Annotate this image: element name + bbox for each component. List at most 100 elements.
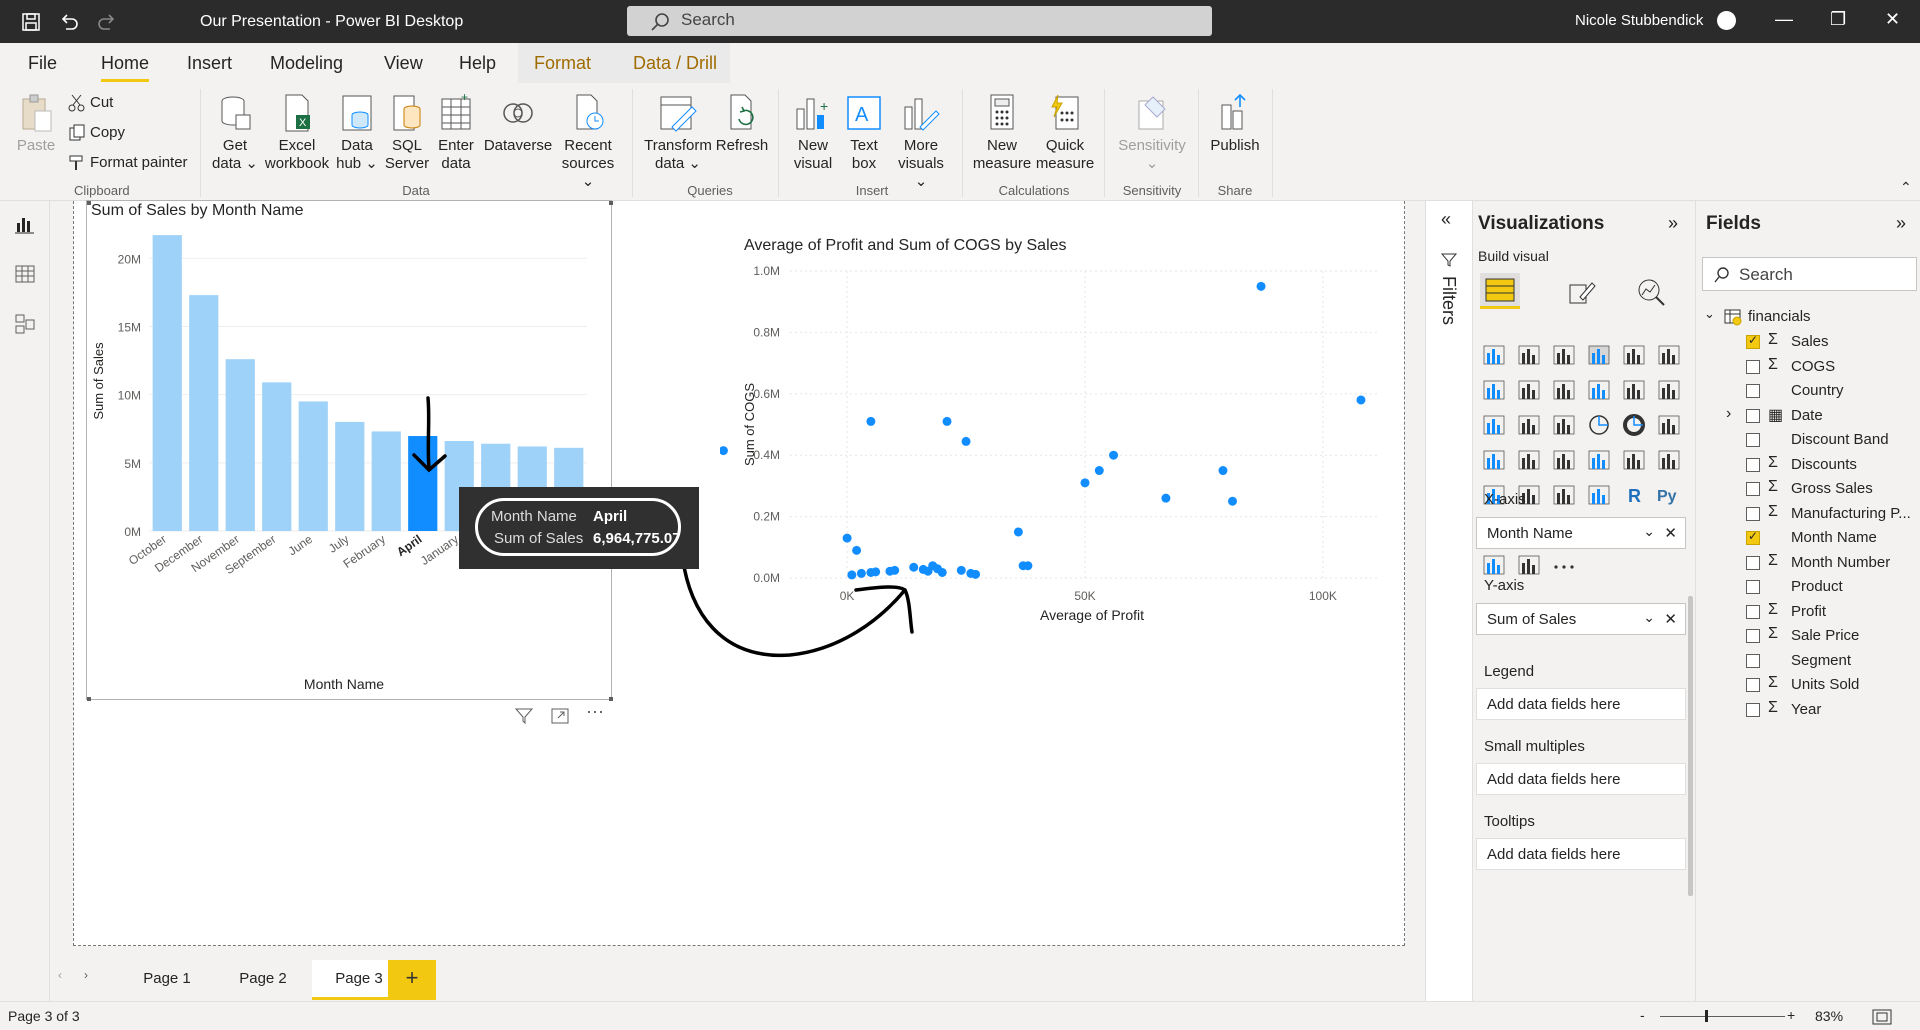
page-tab-1[interactable]: Page 1 (120, 960, 214, 1000)
field-checkbox[interactable] (1746, 506, 1760, 521)
filters-pane-collapsed[interactable]: « Filters (1425, 201, 1473, 1001)
tooltips-field-well[interactable]: Add data fields here (1476, 838, 1686, 870)
chevron-down-icon[interactable]: ⌄ (1704, 306, 1715, 322)
add-page-button[interactable]: + (388, 960, 436, 1000)
ribbon-chart-icon[interactable] (1657, 378, 1681, 402)
legend-field-well[interactable]: Add data fields here (1476, 688, 1686, 720)
visualizations-title: Visualizations (1478, 213, 1605, 234)
fit-to-page-icon[interactable] (1872, 1009, 1892, 1025)
field-item[interactable]: Σ Sales (1696, 331, 1920, 355)
shape-map-icon[interactable] (1552, 448, 1576, 472)
line-chart-icon[interactable] (1482, 378, 1506, 402)
stacked-area-icon[interactable] (1552, 378, 1576, 402)
pie-icon[interactable] (1587, 413, 1611, 437)
chevron-down-icon[interactable]: ⌄ (1643, 523, 1655, 540)
field-checkbox[interactable] (1746, 408, 1760, 423)
power-automate-icon[interactable] (1482, 553, 1506, 577)
field-item[interactable]: Segment (1696, 650, 1920, 674)
field-checkbox[interactable] (1746, 359, 1760, 374)
field-item[interactable]: Product (1696, 576, 1920, 600)
field-checkbox[interactable] (1746, 457, 1760, 472)
field-checkbox[interactable] (1746, 333, 1760, 349)
xaxis-field-well[interactable]: Month Name ⌄ ✕ (1476, 517, 1686, 549)
page-tab-2[interactable]: Page 2 (216, 960, 310, 1000)
scroll-right-icon[interactable]: › (84, 968, 88, 982)
zoom-in-icon[interactable]: + (1787, 1007, 1795, 1023)
zoom-slider-thumb[interactable] (1705, 1010, 1708, 1022)
get-more-visuals-icon[interactable] (1517, 553, 1541, 577)
r-visual-icon[interactable]: R (1622, 483, 1646, 507)
field-name: Units Sold (1791, 676, 1860, 693)
100-column-icon[interactable] (1657, 343, 1681, 367)
field-checkbox[interactable] (1746, 433, 1760, 447)
line-column-icon[interactable] (1587, 378, 1611, 402)
expand-filters-icon[interactable]: « (1441, 209, 1451, 230)
stacked-bar-icon[interactable] (1482, 343, 1506, 367)
stacked-column-icon[interactable] (1517, 343, 1541, 367)
collapse-viz-icon[interactable]: » (1668, 213, 1678, 234)
field-item[interactable]: Σ Gross Sales (1696, 478, 1920, 502)
zoom-slider[interactable] (1660, 1016, 1785, 1017)
table-financials[interactable]: ⌄ financials (1696, 306, 1920, 330)
field-item[interactable]: Σ Discounts (1696, 454, 1920, 478)
field-item[interactable]: Month Name (1696, 527, 1920, 551)
chevron-down-icon[interactable]: ⌄ (1643, 609, 1655, 626)
zoom-out-icon[interactable]: - (1640, 1007, 1645, 1023)
analytics-icon[interactable] (1636, 277, 1666, 307)
fields-search-input[interactable]: Search (1702, 257, 1917, 291)
python-visual-icon[interactable]: Py (1657, 483, 1681, 507)
treemap-icon[interactable] (1657, 413, 1681, 437)
field-item[interactable]: Discount Band (1696, 429, 1920, 453)
more-options-icon[interactable] (1552, 553, 1576, 577)
yaxis-field-well[interactable]: Sum of Sales ⌄ ✕ (1476, 603, 1686, 635)
remove-field-icon[interactable]: ✕ (1664, 610, 1677, 628)
100-bar-icon[interactable] (1622, 343, 1646, 367)
matrix-icon[interactable] (1587, 483, 1611, 507)
filled-map-icon[interactable] (1517, 448, 1541, 472)
field-checkbox[interactable] (1746, 555, 1760, 570)
funnel-icon[interactable] (1517, 413, 1541, 437)
xaxis-field-value: Month Name (1487, 525, 1573, 542)
field-item[interactable]: › ▦ Date (1696, 405, 1920, 429)
clustered-column-icon[interactable] (1587, 343, 1611, 367)
field-checkbox[interactable] (1746, 653, 1760, 668)
field-item[interactable]: Σ COGS (1696, 356, 1920, 380)
scroll-left-icon[interactable]: ‹ (58, 968, 62, 982)
small-multiples-field-well[interactable]: Add data fields here (1476, 763, 1686, 795)
field-checkbox[interactable] (1746, 482, 1760, 496)
tooltip-highlight-circle (475, 498, 681, 556)
waterfall-icon[interactable] (1482, 413, 1506, 437)
curved-arrow-stroke (681, 558, 907, 657)
collapse-fields-icon[interactable]: » (1896, 213, 1906, 234)
field-item[interactable]: Σ Manufacturing P... (1696, 503, 1920, 527)
donut-icon[interactable] (1622, 413, 1646, 437)
field-checkbox[interactable] (1746, 702, 1760, 717)
format-visual-icon[interactable] (1566, 277, 1596, 307)
scatter-icon[interactable] (1552, 413, 1576, 437)
field-checkbox[interactable] (1746, 384, 1760, 398)
field-checkbox[interactable] (1746, 529, 1760, 545)
field-checkbox[interactable] (1746, 678, 1760, 692)
field-checkbox[interactable] (1746, 580, 1760, 594)
sigma-icon: Σ (1768, 502, 1778, 520)
field-checkbox[interactable] (1746, 604, 1760, 619)
table-icon[interactable] (1552, 483, 1576, 507)
field-checkbox[interactable] (1746, 629, 1760, 643)
field-item[interactable]: Σ Profit (1696, 601, 1920, 625)
map-icon[interactable] (1482, 448, 1506, 472)
field-item[interactable]: Country (1696, 380, 1920, 404)
line-clustered-icon[interactable] (1622, 378, 1646, 402)
chevron-right-icon[interactable]: › (1726, 405, 1731, 423)
build-visual-tab[interactable] (1480, 273, 1520, 309)
field-item[interactable]: Σ Units Sold (1696, 674, 1920, 698)
card-icon[interactable] (1622, 448, 1646, 472)
area-chart-icon[interactable] (1517, 378, 1541, 402)
remove-field-icon[interactable]: ✕ (1664, 524, 1677, 542)
field-item[interactable]: Σ Sale Price (1696, 625, 1920, 649)
clustered-bar-icon[interactable] (1552, 343, 1576, 367)
gauge-icon[interactable] (1587, 448, 1611, 472)
field-item[interactable]: Σ Month Number (1696, 552, 1920, 576)
viz-pane-scrollbar[interactable] (1688, 596, 1693, 896)
multirow-card-icon[interactable] (1657, 448, 1681, 472)
field-item[interactable]: Σ Year (1696, 699, 1920, 723)
